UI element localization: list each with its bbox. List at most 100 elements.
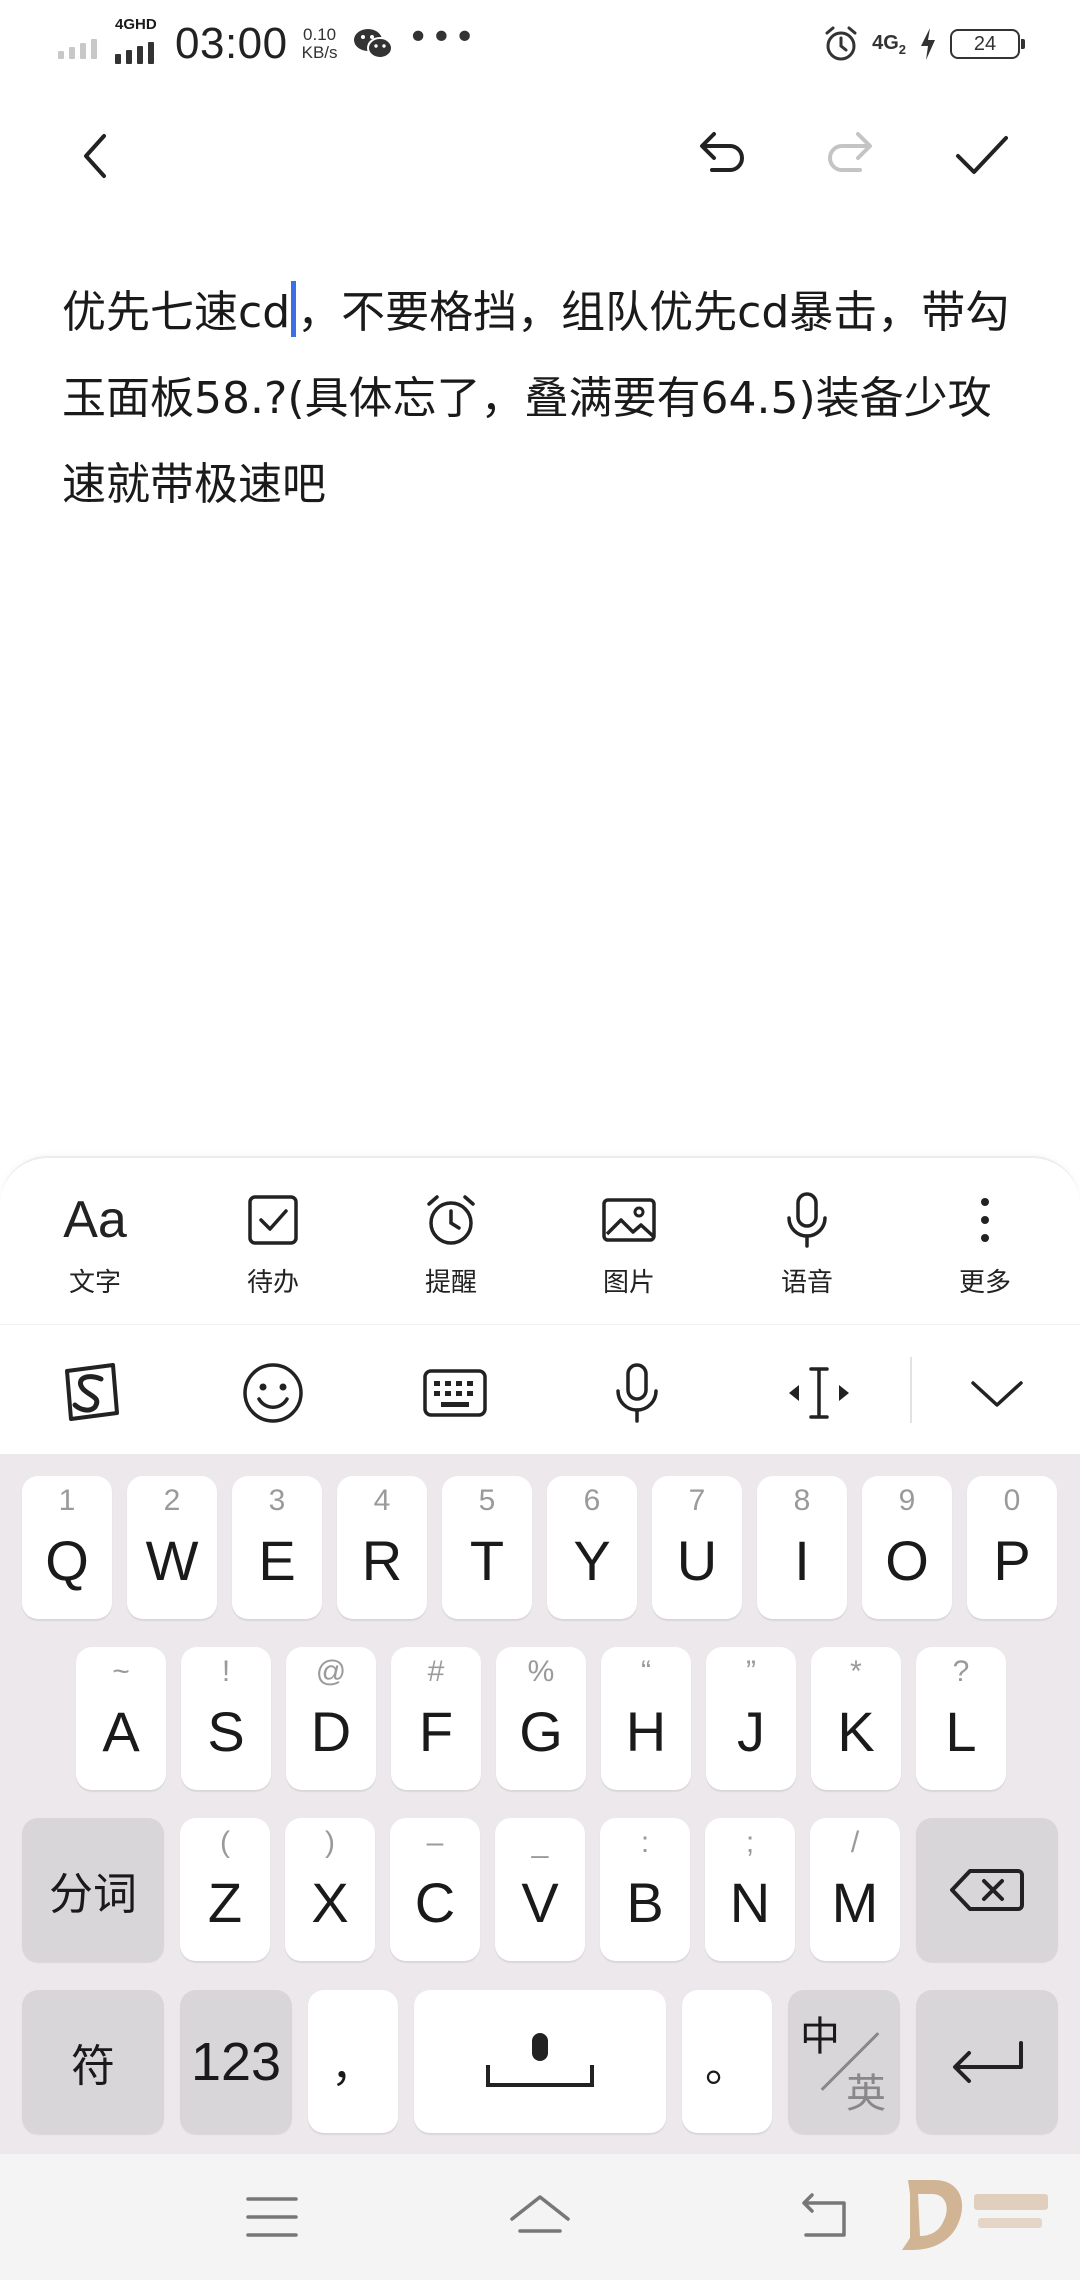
text-style-button[interactable]: Aa 文字 — [20, 1188, 170, 1299]
numbers-key[interactable]: 123 — [180, 1990, 292, 2133]
menu-icon — [246, 2197, 298, 2237]
key-r[interactable]: 4R — [337, 1476, 427, 1619]
collapse-keyboard-icon — [971, 1381, 1023, 1407]
key-o[interactable]: 9O — [862, 1476, 952, 1619]
backspace-key[interactable] — [916, 1818, 1058, 1961]
key-hint: ” — [746, 1655, 756, 1688]
todo-button[interactable]: 待办 — [198, 1188, 348, 1299]
network-speed: 0.10 KB/s — [301, 25, 338, 62]
checkbox-icon — [248, 1195, 298, 1245]
space-key[interactable] — [414, 1990, 666, 2133]
system-navigation-bar — [0, 2154, 1080, 2280]
key-x[interactable]: ) X — [285, 1818, 375, 1961]
key-letter: G — [519, 1700, 563, 1763]
key-g[interactable]: % G — [496, 1647, 586, 1790]
key-hint: 7 — [688, 1484, 706, 1517]
enter-key[interactable] — [916, 1990, 1058, 2133]
key-hint: / — [850, 1826, 860, 1859]
key-hint: ; — [745, 1826, 755, 1859]
key-u[interactable]: 7U — [652, 1476, 742, 1619]
status-bar: 4GHD 03:00 0.10 KB/s ••• 4G2 24 — [0, 0, 1080, 86]
key-letter: B — [626, 1871, 664, 1934]
key-i[interactable]: 8I — [757, 1476, 847, 1619]
image-button[interactable]: 图片 — [554, 1188, 704, 1299]
cursor-move-button[interactable] — [774, 1355, 864, 1431]
comma-key[interactable]: ， — [308, 1990, 398, 2133]
lang-zh-label: 中 — [800, 2014, 840, 2060]
editor-toolbar — [0, 100, 1080, 210]
key-letter: O — [885, 1529, 929, 1592]
key-hint: ) — [325, 1826, 335, 1859]
key-hint: – — [426, 1826, 444, 1859]
collapse-keyboard-button[interactable] — [952, 1355, 1042, 1431]
watermark-logo — [902, 2180, 1048, 2250]
key-v[interactable]: _ V — [495, 1818, 585, 1961]
key-t[interactable]: 5T — [442, 1476, 532, 1619]
key-p[interactable]: 0P — [967, 1476, 1057, 1619]
key-n[interactable]: ; N — [705, 1818, 795, 1961]
wechat-icon — [353, 29, 393, 59]
key-letter: J — [737, 1700, 765, 1763]
back-nav-button[interactable] — [784, 2182, 864, 2252]
voice-input-button[interactable] — [592, 1355, 682, 1431]
more-button[interactable]: 更多 — [910, 1188, 1060, 1299]
key-hint: 1 — [58, 1484, 76, 1517]
more-vertical-icon — [981, 1198, 989, 1242]
voice-button[interactable]: 语音 — [732, 1188, 882, 1299]
key-letter: S — [207, 1700, 245, 1763]
key-w[interactable]: 2W — [127, 1476, 217, 1619]
key-a[interactable]: ~ A — [76, 1647, 166, 1790]
key-e[interactable]: 3E — [232, 1476, 322, 1619]
key-hint: 9 — [898, 1484, 916, 1517]
emoji-button[interactable] — [228, 1355, 318, 1431]
reminder-label: 提醒 — [424, 1268, 477, 1298]
key-letter: H — [625, 1700, 667, 1763]
segment-key[interactable]: 分词 — [22, 1818, 164, 1961]
keyboard-toolbar — [0, 1324, 1080, 1454]
key-q[interactable]: 1Q — [22, 1476, 112, 1619]
back-button[interactable] — [56, 116, 136, 196]
sogou-logo-icon — [65, 1363, 119, 1421]
note-editor[interactable]: 优先七速cd ，不要格挡，组队优先cd暴击，带勾玉面板58.?(具体忘了，叠满要有… — [62, 270, 1022, 528]
key-c[interactable]: – C — [390, 1818, 480, 1961]
key-hint: % — [527, 1655, 555, 1688]
key-letter: R — [361, 1529, 403, 1592]
key-j[interactable]: ” J — [706, 1647, 796, 1790]
alarm-icon — [825, 26, 857, 61]
toolbar-divider — [910, 1357, 912, 1423]
key-z[interactable]: (Z — [180, 1818, 270, 1961]
key-m[interactable]: / M — [810, 1818, 900, 1961]
undo-button[interactable] — [680, 116, 760, 196]
key-d[interactable]: @ D — [286, 1647, 376, 1790]
key-letter: F — [418, 1700, 454, 1763]
language-toggle-key[interactable]: 中 英 — [788, 1990, 900, 2133]
charging-icon — [921, 28, 935, 60]
redo-button[interactable] — [812, 116, 892, 196]
reminder-button[interactable]: 提醒 — [376, 1188, 526, 1299]
microphone-icon — [787, 1192, 827, 1248]
redo-icon — [828, 132, 872, 172]
cursor-move-icon — [789, 1367, 849, 1419]
key-s[interactable]: ! S — [181, 1647, 271, 1790]
key-letter: Y — [573, 1529, 611, 1592]
key-letter: M — [831, 1871, 879, 1934]
done-button[interactable] — [942, 116, 1022, 196]
sogou-logo-button[interactable] — [46, 1355, 136, 1431]
menu-button[interactable] — [232, 2182, 312, 2252]
key-hint: * — [850, 1655, 862, 1688]
signal-weak-icon — [58, 29, 97, 59]
keyboard-switch-button[interactable] — [410, 1355, 500, 1431]
text-cursor — [291, 281, 297, 337]
home-button[interactable] — [500, 2182, 580, 2252]
key-b[interactable]: :B — [600, 1818, 690, 1961]
key-f[interactable]: # F — [391, 1647, 481, 1790]
key-letter: V — [521, 1871, 559, 1934]
symbols-key[interactable]: 符 — [22, 1990, 164, 2133]
key-h[interactable]: “H — [601, 1647, 691, 1790]
key-y[interactable]: 6Y — [547, 1476, 637, 1619]
key-l[interactable]: ? L — [916, 1647, 1006, 1790]
key-k[interactable]: * K — [811, 1647, 901, 1790]
key-hint: ~ — [112, 1655, 130, 1688]
back-nav-icon — [802, 2193, 846, 2237]
period-key[interactable]: 。 — [682, 1990, 772, 2133]
